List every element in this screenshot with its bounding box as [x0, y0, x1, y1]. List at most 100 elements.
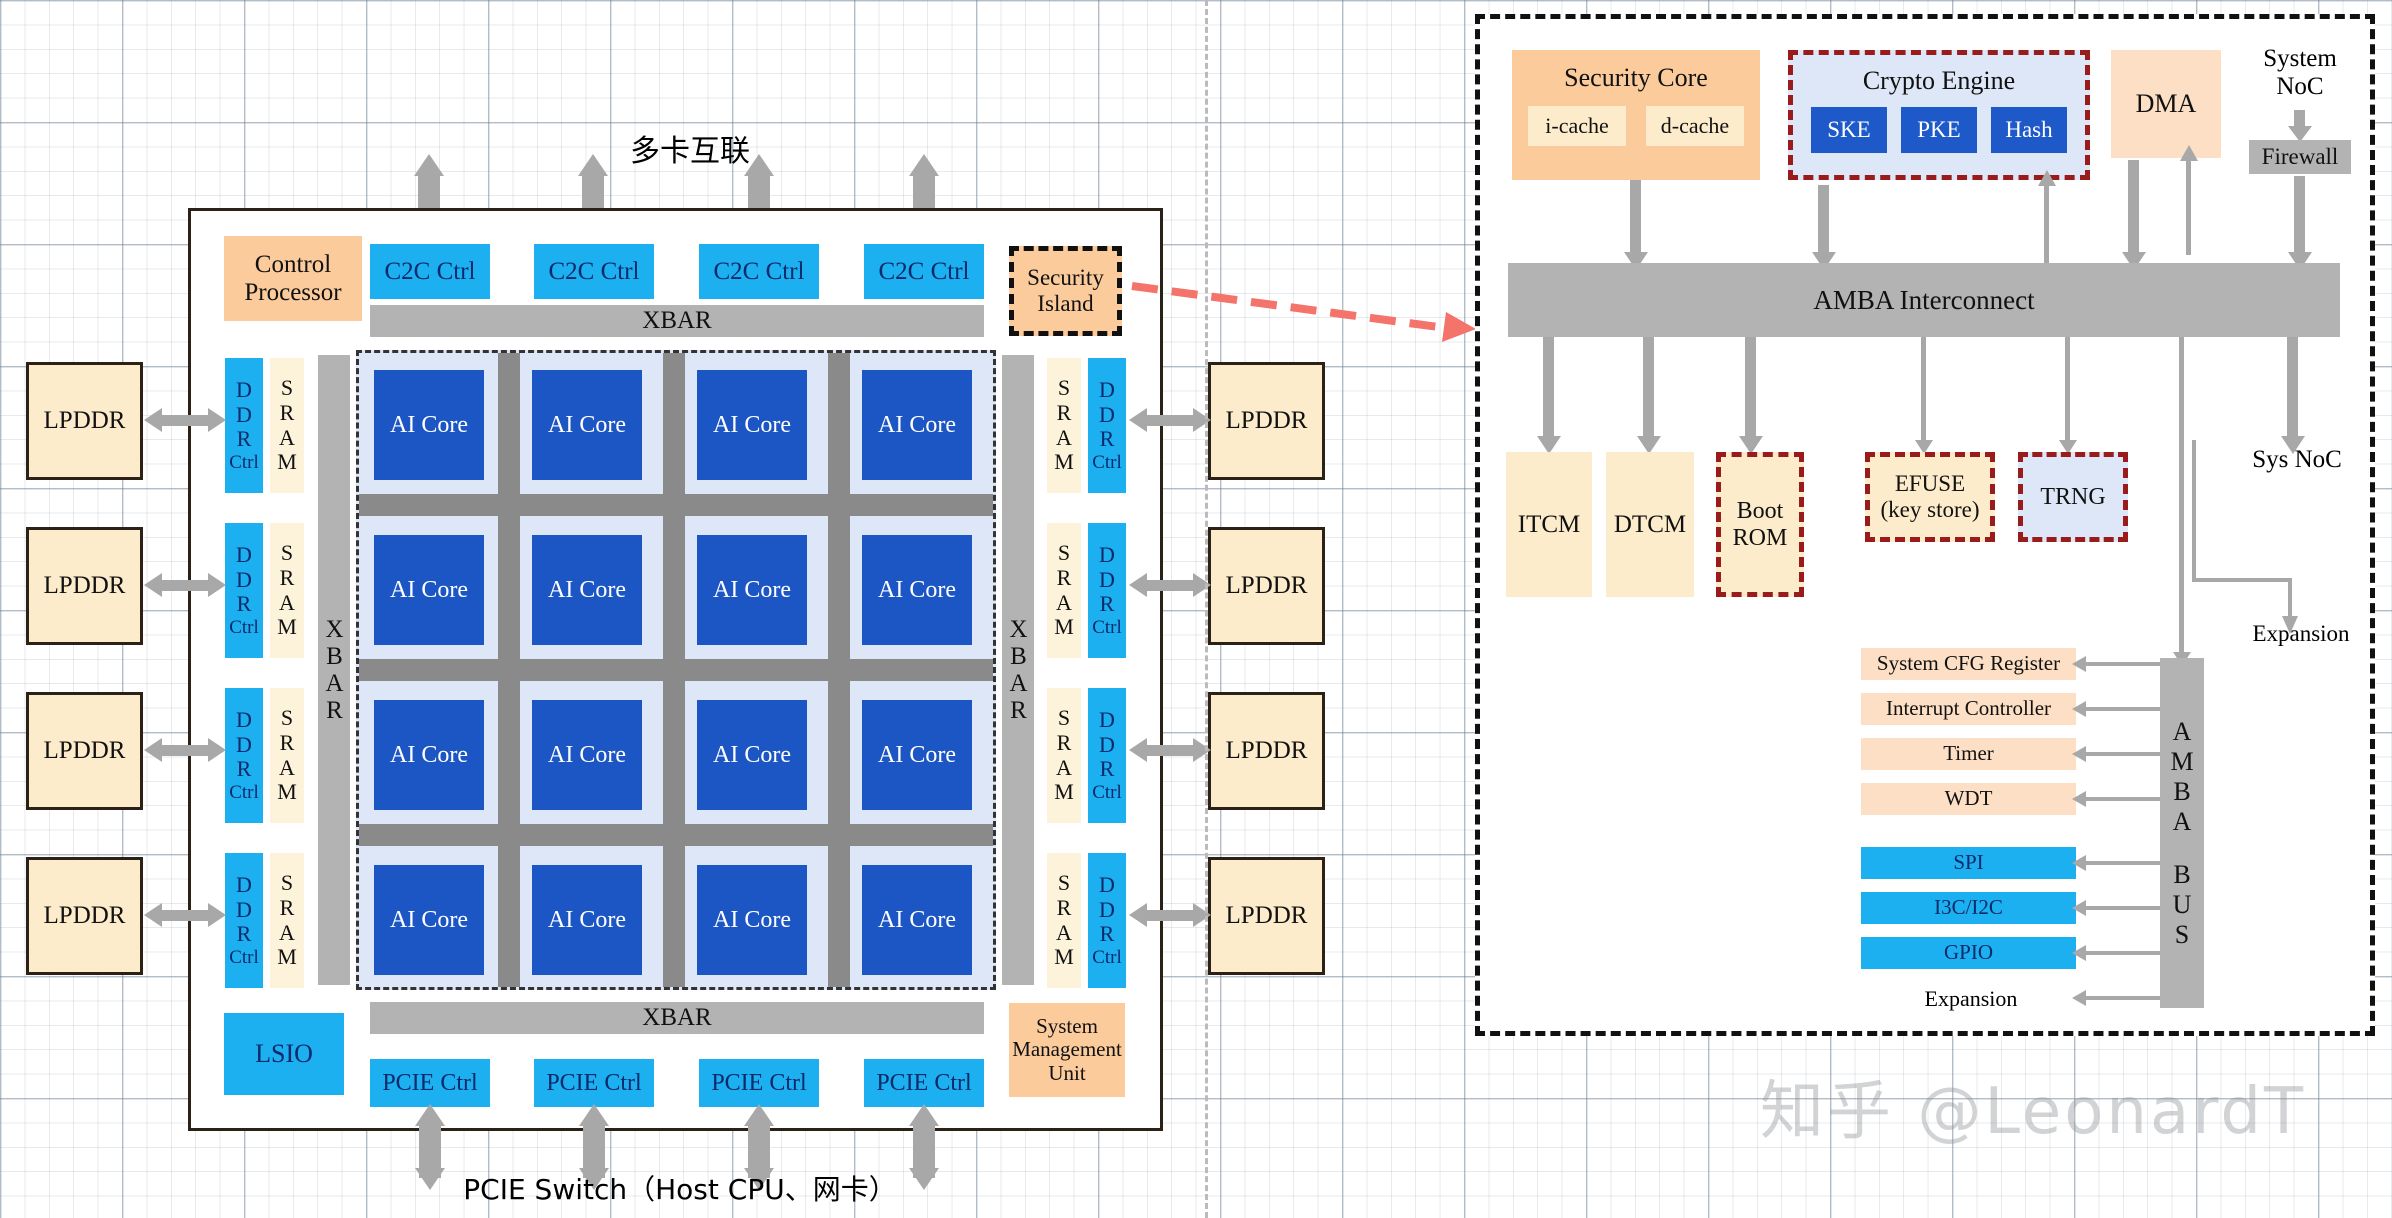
- lpddr-left-arrow-4: [160, 910, 212, 921]
- xbar-right-vertical: XBAR: [1002, 355, 1034, 985]
- interrupt-controller-block[interactable]: Interrupt Controller: [1861, 693, 2076, 725]
- system-noc-label: System NoC: [2240, 42, 2360, 104]
- sram-right-1-l2: R: [1056, 399, 1072, 425]
- ai-core-r3c1[interactable]: AI Core: [374, 700, 484, 810]
- sram-right-2-l3: A: [1056, 589, 1072, 615]
- ddr-ctrl-left-4[interactable]: D D R Ctrl: [225, 853, 263, 988]
- sram-left-1-l2: R: [279, 399, 295, 425]
- pcie-ctrl-block-1[interactable]: PCIE Ctrl: [370, 1059, 490, 1107]
- lpddr-left-arrow-2-head-r: [208, 573, 226, 597]
- firewall-to-amba-arrow: [2294, 176, 2305, 255]
- spi-block[interactable]: SPI: [1861, 847, 2076, 879]
- security-core-block[interactable]: Security Core i-cache d-cache: [1512, 50, 1760, 180]
- lpddr-right-1[interactable]: LPDDR: [1208, 362, 1325, 480]
- lpddr-right-4[interactable]: LPDDR: [1208, 857, 1325, 975]
- c2c-ctrl-block-2[interactable]: C2C Ctrl: [534, 244, 654, 299]
- ddr-ctrl-right-1-l4: Ctrl: [1092, 451, 1122, 473]
- lpddr-left-2[interactable]: LPDDR: [26, 527, 143, 645]
- ambabus-arrow-cfg: [2085, 662, 2160, 666]
- ai-core-r4c3[interactable]: AI Core: [697, 865, 807, 975]
- ddr-ctrl-right-2[interactable]: D D R Ctrl: [1088, 523, 1126, 658]
- ddr-ctrl-left-4-l4: Ctrl: [229, 946, 259, 968]
- ddr-ctrl-right-1[interactable]: D D R Ctrl: [1088, 358, 1126, 493]
- boot-rom-line2: ROM: [1732, 524, 1788, 551]
- efuse-block[interactable]: EFUSE (key store): [1865, 452, 1995, 542]
- ske-block[interactable]: SKE: [1811, 107, 1887, 153]
- pcie-ctrl-block-2[interactable]: PCIE Ctrl: [534, 1059, 654, 1107]
- xbar-right-vertical-label: XBAR: [1005, 616, 1032, 724]
- c2c-ctrl-block-1[interactable]: C2C Ctrl: [370, 244, 490, 299]
- amba-bus-bar: A M B A B U S: [2160, 658, 2204, 1008]
- ddr-ctrl-left-2[interactable]: D D R Ctrl: [225, 523, 263, 658]
- ddr-ctrl-right-3[interactable]: D D R Ctrl: [1088, 688, 1126, 823]
- ambabus-arrow-cfg-head: [2072, 656, 2086, 672]
- lpddr-right-3[interactable]: LPDDR: [1208, 692, 1325, 810]
- ai-core-r4c4[interactable]: AI Core: [862, 865, 972, 975]
- ai-core-r4c2[interactable]: AI Core: [532, 865, 642, 975]
- i-cache-block[interactable]: i-cache: [1528, 106, 1626, 146]
- trng-block[interactable]: TRNG: [2018, 452, 2128, 542]
- control-processor-label-line1: Control: [254, 250, 332, 278]
- lpddr-left-3[interactable]: LPDDR: [26, 692, 143, 810]
- pcie-ctrl-block-3[interactable]: PCIE Ctrl: [699, 1059, 819, 1107]
- ai-core-r1c3[interactable]: AI Core: [697, 370, 807, 480]
- d-cache-block[interactable]: d-cache: [1646, 106, 1744, 146]
- sram-right-1[interactable]: S R A M: [1047, 358, 1081, 493]
- ddr-ctrl-left-3[interactable]: D D R Ctrl: [225, 688, 263, 823]
- ambabus-arrow-expansion-head: [2072, 990, 2086, 1006]
- control-processor-block[interactable]: Control Processor: [224, 236, 362, 321]
- amba-to-efuse-arrow: [1921, 337, 1926, 445]
- ai-core-r4c1[interactable]: AI Core: [374, 865, 484, 975]
- ai-core-r3c4[interactable]: AI Core: [862, 700, 972, 810]
- lpddr-left-1[interactable]: LPDDR: [26, 362, 143, 480]
- sram-right-3[interactable]: S R A M: [1047, 688, 1081, 823]
- i3c-i2c-block[interactable]: I3C/I2C: [1861, 892, 2076, 924]
- sram-left-3[interactable]: S R A M: [270, 688, 304, 823]
- wdt-block[interactable]: WDT: [1861, 783, 2076, 815]
- c2c-ctrl-block-3[interactable]: C2C Ctrl: [699, 244, 819, 299]
- ai-core-r2c2[interactable]: AI Core: [532, 535, 642, 645]
- ai-core-r3c3[interactable]: AI Core: [697, 700, 807, 810]
- lsio-block[interactable]: LSIO: [224, 1013, 344, 1095]
- security-island-block[interactable]: Security Island: [1009, 246, 1122, 336]
- pcie-ctrl-block-4[interactable]: PCIE Ctrl: [864, 1059, 984, 1107]
- security-core-label: Security Core: [1564, 63, 1708, 93]
- sram-left-4[interactable]: S R A M: [270, 853, 304, 988]
- xbar-left-vertical: XBAR: [318, 355, 350, 985]
- dtcm-block[interactable]: DTCM: [1606, 452, 1694, 597]
- sram-right-2[interactable]: S R A M: [1047, 523, 1081, 658]
- hash-block[interactable]: Hash: [1991, 107, 2067, 153]
- gpio-block[interactable]: GPIO: [1861, 937, 2076, 969]
- ddr-ctrl-left-3-l2: D: [236, 731, 252, 757]
- itcm-block[interactable]: ITCM: [1506, 452, 1592, 597]
- ai-core-r2c1[interactable]: AI Core: [374, 535, 484, 645]
- ai-core-r1c2[interactable]: AI Core: [532, 370, 642, 480]
- ddr-ctrl-left-4-l2: D: [236, 896, 252, 922]
- sram-left-3-l2: R: [279, 729, 295, 755]
- sram-right-4[interactable]: S R A M: [1047, 853, 1081, 988]
- dma-block[interactable]: DMA: [2111, 50, 2221, 158]
- ai-core-r2c3[interactable]: AI Core: [697, 535, 807, 645]
- c2c-ctrl-block-4[interactable]: C2C Ctrl: [864, 244, 984, 299]
- ddr-ctrl-right-4-l3: R: [1099, 921, 1115, 947]
- system-management-unit-block[interactable]: System Management Unit: [1009, 1003, 1125, 1097]
- ai-core-r1c4[interactable]: AI Core: [862, 370, 972, 480]
- ddr-ctrl-right-4[interactable]: D D R Ctrl: [1088, 853, 1126, 988]
- ai-core-r2c4[interactable]: AI Core: [862, 535, 972, 645]
- pke-block[interactable]: PKE: [1901, 107, 1977, 153]
- sram-right-4-l4: M: [1054, 944, 1074, 970]
- sram-left-1[interactable]: S R A M: [270, 358, 304, 493]
- lpddr-left-4[interactable]: LPDDR: [26, 857, 143, 975]
- timer-block[interactable]: Timer: [1861, 738, 2076, 770]
- ddr-ctrl-left-2-l1: D: [236, 541, 252, 567]
- sram-left-2[interactable]: S R A M: [270, 523, 304, 658]
- lpddr-right-2[interactable]: LPDDR: [1208, 527, 1325, 645]
- crypto-engine-block[interactable]: Crypto Engine SKE PKE Hash: [1788, 50, 2090, 180]
- ai-core-r3c2[interactable]: AI Core: [532, 700, 642, 810]
- ddr-ctrl-left-1[interactable]: D D R Ctrl: [225, 358, 263, 493]
- ai-core-r1c1[interactable]: AI Core: [374, 370, 484, 480]
- xbar-bottom: XBAR: [370, 1002, 984, 1034]
- system-cfg-register-block[interactable]: System CFG Register: [1861, 648, 2076, 680]
- firewall-block[interactable]: Firewall: [2249, 140, 2351, 174]
- boot-rom-block[interactable]: Boot ROM: [1716, 452, 1804, 597]
